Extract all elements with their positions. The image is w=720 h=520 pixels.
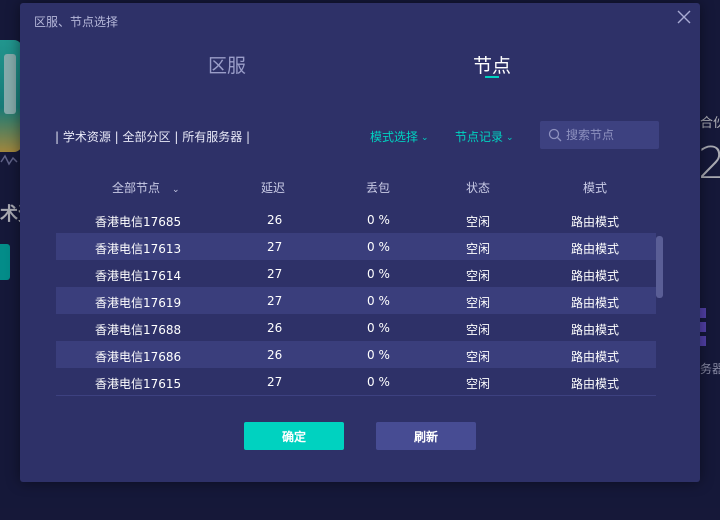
search-icon — [548, 128, 562, 142]
cell-latency: 26 — [267, 321, 283, 335]
close-icon[interactable] — [676, 9, 692, 25]
header-loss: 丢包 — [366, 181, 391, 195]
cell-node: 香港电信17615 — [95, 377, 182, 391]
cell-mode: 路由模式 — [571, 242, 620, 256]
cell-mode: 路由模式 — [571, 296, 620, 310]
cell-status: 空闲 — [466, 242, 491, 256]
tab-node[interactable]: 节点 — [473, 51, 511, 78]
cell-node: 香港电信17613 — [95, 242, 182, 256]
dialog-title: 区服、节点选择 — [34, 15, 119, 29]
table-row[interactable]: 香港电信17688 26 0 % 空闲 路由模式 — [56, 314, 656, 341]
table-row[interactable]: 香港电信17686 26 0 % 空闲 路由模式 — [56, 341, 656, 368]
cell-node: 香港电信17685 — [95, 215, 182, 229]
cell-loss: 0 % — [367, 375, 390, 389]
confirm-button[interactable]: 确定 — [244, 422, 344, 450]
breadcrumb: | 学术资源 | 全部分区 | 所有服务器 | — [55, 130, 251, 144]
cell-latency: 27 — [267, 240, 283, 254]
cell-status: 空闲 — [466, 377, 491, 391]
cell-mode: 路由模式 — [571, 350, 620, 364]
cell-status: 空闲 — [466, 323, 491, 337]
table-row[interactable]: 香港电信17613 27 0 % 空闲 路由模式 — [56, 233, 656, 260]
header-node-label: 全部节点 — [112, 181, 161, 195]
table-divider — [56, 395, 656, 396]
header-node-sort[interactable]: 全部节点 ⌄ — [112, 179, 180, 196]
table-row[interactable]: 香港电信17615 27 0 % 空闲 路由模式 — [56, 368, 656, 395]
cell-loss: 0 % — [367, 321, 390, 335]
tab-region[interactable]: 区服 — [208, 51, 246, 78]
cell-status: 空闲 — [466, 350, 491, 364]
cell-mode: 路由模式 — [571, 215, 620, 229]
cell-loss: 0 % — [367, 213, 390, 227]
cell-mode: 路由模式 — [571, 323, 620, 337]
cell-node: 香港电信17614 — [95, 269, 182, 283]
node-search[interactable] — [540, 121, 659, 149]
cell-node: 香港电信17619 — [95, 296, 182, 310]
node-table-body[interactable]: 香港电信17685 26 0 % 空闲 路由模式 香港电信17613 27 0 … — [56, 206, 656, 395]
table-scrollbar[interactable] — [656, 236, 663, 298]
cell-latency: 26 — [267, 348, 283, 362]
table-row[interactable]: 香港电信17619 27 0 % 空闲 路由模式 — [56, 287, 656, 314]
header-mode: 模式 — [583, 181, 608, 195]
cell-latency: 27 — [267, 375, 283, 389]
cell-latency: 26 — [267, 213, 283, 227]
table-row[interactable]: 香港电信17614 27 0 % 空闲 路由模式 — [56, 260, 656, 287]
cell-latency: 27 — [267, 267, 283, 281]
active-tab-indicator — [485, 76, 499, 78]
cell-status: 空闲 — [466, 269, 491, 283]
cell-node: 香港电信17688 — [95, 323, 182, 337]
header-latency: 延迟 — [261, 181, 286, 195]
node-select-dialog: 区服、节点选择 区服 节点 | 学术资源 | 全部分区 | 所有服务器 | 模式… — [20, 3, 700, 482]
table-header: 全部节点 ⌄ 延迟 丢包 状态 模式 — [56, 179, 656, 199]
search-input[interactable] — [566, 125, 656, 145]
node-history-label: 节点记录 — [455, 130, 504, 144]
chevron-down-icon: ⌄ — [421, 133, 429, 143]
cell-latency: 27 — [267, 294, 283, 308]
header-status: 状态 — [466, 181, 491, 195]
cell-node: 香港电信17686 — [95, 350, 182, 364]
cell-status: 空闲 — [466, 296, 491, 310]
table-row[interactable]: 香港电信17685 26 0 % 空闲 路由模式 — [56, 206, 656, 233]
mode-select-label: 模式选择 — [370, 130, 419, 144]
node-history-dropdown[interactable]: 节点记录 ⌄ — [455, 128, 514, 145]
cell-loss: 0 % — [367, 267, 390, 281]
cell-loss: 0 % — [367, 240, 390, 254]
cell-mode: 路由模式 — [571, 377, 620, 391]
cell-loss: 0 % — [367, 348, 390, 362]
mode-select-dropdown[interactable]: 模式选择 ⌄ — [370, 128, 429, 145]
chevron-down-icon: ⌄ — [506, 133, 514, 143]
cell-status: 空闲 — [466, 215, 491, 229]
chevron-down-icon: ⌄ — [172, 185, 180, 195]
refresh-button[interactable]: 刷新 — [376, 422, 476, 450]
cell-mode: 路由模式 — [571, 269, 620, 283]
cell-loss: 0 % — [367, 294, 390, 308]
